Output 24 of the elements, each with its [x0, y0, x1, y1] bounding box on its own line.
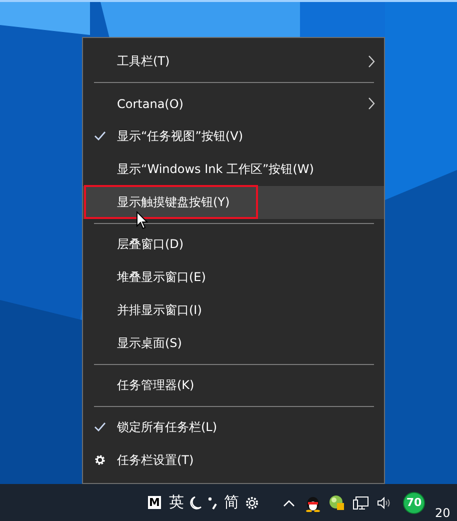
punctuation-icon[interactable]	[208, 496, 218, 510]
menu-item[interactable]: 显示“Windows Ink 工作区”按钮(W)	[83, 153, 384, 186]
network-icon[interactable]	[353, 496, 369, 510]
language-indicator[interactable]: 英	[169, 493, 184, 512]
menu-item[interactable]: 显示触摸键盘按钮(Y)	[83, 186, 384, 219]
menu-item[interactable]: 锁定所有任务栏(L)	[83, 411, 384, 444]
moon-icon[interactable]	[190, 496, 202, 510]
menu-item[interactable]: 工具栏(T)	[83, 45, 384, 78]
chevron-up-icon[interactable]	[283, 498, 295, 506]
clock[interactable]: 20	[435, 506, 450, 520]
menu-item[interactable]: 显示桌面(S)	[83, 327, 384, 360]
menu-item[interactable]: 并排显示窗口(I)	[83, 294, 384, 327]
menu-item[interactable]: Cortana(O)	[83, 87, 384, 120]
input-mode-indicator[interactable]: M	[148, 496, 161, 509]
menu-item[interactable]: 层叠窗口(D)	[83, 228, 384, 261]
volume-icon[interactable]	[377, 496, 391, 510]
gear-icon[interactable]	[245, 496, 259, 510]
script-indicator[interactable]: 简	[224, 493, 239, 512]
menu-item[interactable]: 任务栏设置(T)	[83, 444, 384, 477]
cursor-icon	[136, 211, 148, 230]
menu-item[interactable]: 堆叠显示窗口(E)	[83, 261, 384, 294]
gear-icon	[94, 454, 106, 466]
menu-item[interactable]: 任务管理器(K)	[83, 369, 384, 402]
menu-item[interactable]: 显示“任务视图”按钮(V)	[83, 120, 384, 153]
